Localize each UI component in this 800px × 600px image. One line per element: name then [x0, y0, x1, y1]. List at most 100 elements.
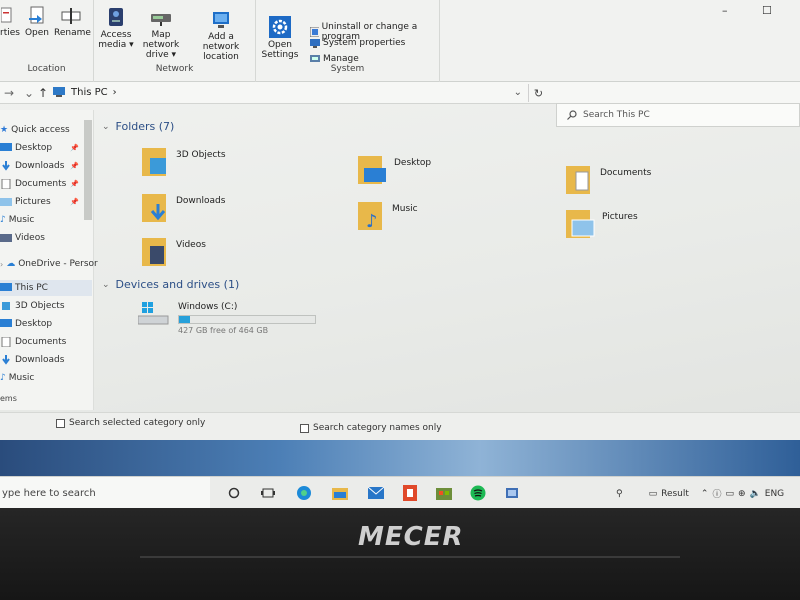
app-pinned-icon[interactable] — [504, 485, 520, 501]
office-icon[interactable] — [402, 485, 418, 501]
group-title-network: Network — [155, 64, 194, 74]
add-network-location-button[interactable]: Add a network location — [190, 10, 252, 62]
sidebar-item-music[interactable]: ♪ Music — [0, 212, 34, 228]
expand-chevron-icon[interactable]: › — [0, 260, 3, 269]
screen: rties Open Rename Location Access media … — [0, 0, 800, 508]
folder-music[interactable]: ♪ Music — [358, 200, 418, 232]
uninstall-icon — [310, 27, 319, 37]
folder-documents[interactable]: Documents — [566, 164, 651, 196]
breadcrumb-separator[interactable]: › — [113, 87, 117, 98]
search-selected-category-checkbox[interactable]: Search selected category only — [56, 418, 205, 428]
task-view-icon[interactable] — [260, 485, 276, 501]
battery-icon[interactable]: ▭ — [725, 489, 734, 499]
folder-downloads[interactable]: Downloads — [142, 192, 225, 224]
downloads-icon — [2, 161, 10, 171]
this-pc-icon — [0, 283, 12, 291]
sidebar-item-downloads[interactable]: Downloads 📌 — [0, 158, 79, 174]
mail-icon[interactable] — [368, 485, 384, 501]
minimize-button[interactable]: – — [722, 4, 728, 17]
system-tray: ⚲ ▭ Result ⌃ ⓘ ▭ ⊕ 🔈 ENG — [616, 487, 785, 501]
sidebar-item-this-pc[interactable]: This PC — [0, 280, 92, 296]
devices-section-header[interactable]: ⌄ Devices and drives (1) — [102, 278, 239, 291]
maximize-button[interactable]: ☐ — [762, 4, 772, 17]
sidebar-item-desktop[interactable]: Desktop 📌 — [0, 140, 79, 156]
collapse-chevron-icon[interactable]: ⌄ — [102, 122, 110, 132]
address-bar: → ⌄ ↑ This PC › ⌄ ↻ — [0, 82, 800, 104]
sidebar-scrollbar[interactable] — [84, 120, 92, 220]
store-icon[interactable] — [436, 485, 452, 501]
ribbon-group-system: Open Settings Uninstall or change a prog… — [256, 0, 440, 82]
people-icon[interactable]: ⚲ — [616, 489, 623, 499]
sidebar-item-pc-downloads[interactable]: Downloads — [0, 352, 64, 368]
access-media-button[interactable]: Access media ▾ — [98, 6, 134, 50]
sidebar-item-pc-music[interactable]: ♪ Music — [0, 370, 34, 386]
result-app-icon[interactable]: ▭ — [649, 489, 658, 499]
search-category-names-checkbox[interactable]: Search category names only — [300, 423, 442, 433]
help-icon[interactable]: ⓘ — [712, 487, 721, 500]
sidebar-item-3d-objects[interactable]: 3D Objects — [0, 298, 65, 314]
music-note-icon: ♪ — [0, 373, 6, 383]
collapse-chevron-icon[interactable]: ⌄ — [102, 280, 110, 290]
drive-usage-bar — [178, 315, 316, 324]
folders-section-header[interactable]: ⌄ Folders (7) — [102, 120, 174, 133]
pin-icon: 📌 — [70, 144, 79, 152]
address-field[interactable]: This PC › ⌄ — [52, 84, 552, 101]
forward-arrow-icon[interactable]: → — [4, 86, 14, 100]
sidebar-item-pictures[interactable]: Pictures 📌 — [0, 194, 79, 210]
pictures-folder-icon — [566, 210, 595, 238]
sidebar-item-pc-documents[interactable]: Documents — [0, 334, 66, 350]
open-button[interactable]: Open — [24, 6, 50, 38]
map-network-drive-button[interactable]: Map network drive ▾ — [132, 10, 190, 60]
system-properties-icon — [310, 39, 320, 48]
music-folder-icon: ♪ — [358, 202, 382, 232]
rename-icon — [61, 8, 81, 24]
folder-desktop[interactable]: Desktop — [358, 154, 431, 186]
up-arrow-icon[interactable]: ↑ — [38, 86, 48, 100]
desktop-folder-icon — [358, 156, 386, 184]
open-settings-button[interactable]: Open Settings — [260, 16, 300, 60]
sidebar-item-videos[interactable]: Videos — [0, 230, 45, 246]
videos-icon — [0, 234, 12, 242]
music-note-icon: ♪ — [0, 215, 6, 225]
folder-pictures[interactable]: Pictures — [566, 208, 638, 240]
documents-folder-icon — [566, 166, 590, 194]
edge-browser-icon[interactable] — [296, 485, 312, 501]
network-icon[interactable]: ⊕ — [738, 489, 746, 499]
address-path: This PC — [71, 87, 108, 98]
ribbon-group-network: Access media ▾ Map network drive ▾ Add a… — [94, 0, 256, 82]
chevron-up-icon[interactable]: ⌃ — [701, 489, 709, 499]
sidebar-item-quick-access[interactable]: ★ Quick access — [0, 122, 70, 138]
drive-windows-c[interactable]: Windows (C:) 427 GB free of 464 GB — [138, 300, 316, 335]
rename-button[interactable]: Rename — [54, 6, 91, 38]
properties-icon — [1, 7, 12, 23]
drive-free-space: 427 GB free of 464 GB — [178, 326, 269, 335]
address-dropdown-icon[interactable]: ⌄ — [514, 87, 522, 98]
spotify-icon[interactable] — [470, 485, 486, 501]
folder-videos[interactable]: Videos — [142, 236, 206, 268]
manage-button[interactable]: Manage — [310, 54, 359, 64]
folder-3d-objects[interactable]: 3D Objects — [142, 146, 226, 178]
file-explorer-icon[interactable] — [332, 485, 348, 501]
checkbox-box[interactable] — [56, 418, 65, 428]
recent-dropdown-icon[interactable]: ⌄ — [24, 86, 34, 100]
sidebar-item-documents[interactable]: Documents 📌 — [0, 176, 79, 192]
taskbar: ype here to search ⚲ ▭ Result ⌃ ⓘ ▭ ⊕ 🔈 … — [0, 476, 800, 508]
3d-objects-folder-icon — [142, 148, 166, 176]
pin-icon: 📌 — [70, 162, 79, 170]
desktop-icon — [0, 319, 12, 327]
cortana-icon[interactable] — [226, 485, 242, 501]
this-pc-icon — [53, 87, 65, 97]
sidebar-item-onedrive[interactable]: › ☁ OneDrive - Persor — [0, 256, 98, 272]
volume-icon[interactable]: 🔈 — [750, 489, 761, 499]
sidebar-item-pc-desktop[interactable]: Desktop — [0, 316, 52, 332]
refresh-button[interactable]: ↻ — [528, 84, 548, 102]
brand-logo: MECER — [358, 522, 464, 552]
pin-icon: 📌 — [70, 198, 79, 206]
properties-button[interactable]: rties — [0, 6, 20, 38]
checkbox-box[interactable] — [300, 423, 309, 433]
cloud-icon: ☁ — [6, 259, 16, 269]
system-properties-button[interactable]: System properties — [310, 38, 405, 48]
bezel-edge — [140, 556, 680, 558]
taskbar-search-box[interactable]: ype here to search — [0, 477, 210, 508]
language-indicator[interactable]: ENG — [765, 489, 784, 499]
